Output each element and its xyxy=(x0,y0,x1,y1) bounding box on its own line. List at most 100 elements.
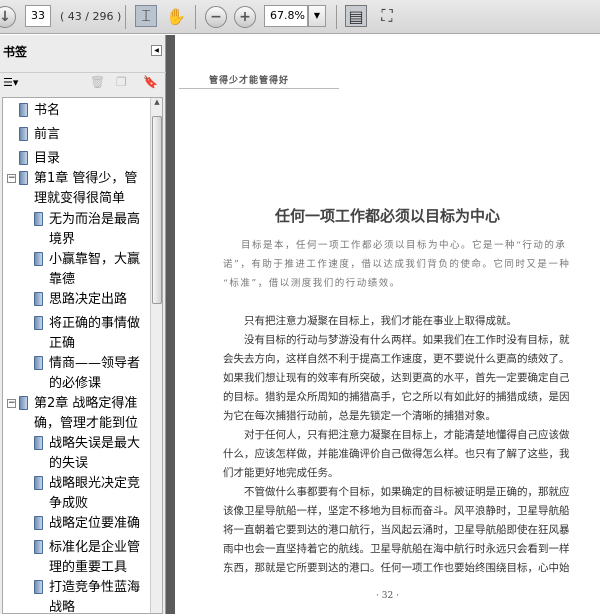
bookmark-icon xyxy=(34,580,43,594)
next-page-button[interactable]: ↓ xyxy=(0,6,16,28)
body-line: 该像卫星导航船一样，坚定不移地为目标而奋斗。风平浪静时，卫星导航船 xyxy=(223,505,570,517)
separator xyxy=(336,5,337,29)
cursor-select-icon: ⌶ xyxy=(141,6,151,25)
bookmark-label: 争成败 xyxy=(49,496,89,511)
intro-line: 目标是本，任何一项工作都必须以目标为中心。它是一种“行动的承 xyxy=(241,240,567,251)
bookmark-label: 情商——领导者 xyxy=(49,356,141,371)
body-line: 将一直朝着它要到达的港口航行，当风起云涌时，卫星导航船即使在狂风暴 xyxy=(223,524,570,536)
page-number-input[interactable]: 33 xyxy=(25,5,51,27)
bookmark-item[interactable]: 战略定位要准确 xyxy=(34,514,140,534)
page-number: · 32 · xyxy=(376,591,399,601)
bookmark-item[interactable]: 战略失误是最大 的失误 xyxy=(34,434,140,474)
bookmark-label: 境界 xyxy=(49,232,76,247)
bookmark-tools: ☰▾ 🗑 ❐ 🔖 xyxy=(0,72,166,94)
new-bookmark-icon[interactable]: ❐ xyxy=(116,75,127,89)
bookmark-label: 第1章 管得少，管 xyxy=(34,171,138,186)
chevron-down-icon: ▼ xyxy=(313,11,321,20)
bookmark-item-chapter1[interactable]: 第1章 管得少，管 理就变得很简单 xyxy=(19,169,137,209)
header-rule xyxy=(179,88,339,89)
bookmark-icon xyxy=(34,476,43,490)
bookmark-icon xyxy=(19,171,28,185)
collapse-panel-button[interactable]: ◀ xyxy=(151,45,162,56)
bookmark-icon xyxy=(34,516,43,530)
bookmark-label: 战略眼光决定竞 xyxy=(49,476,141,491)
bookmark-label: 的失误 xyxy=(49,456,89,471)
bookmark-item[interactable]: 打造竞争性蓝海 战略 xyxy=(34,578,141,614)
bookmark-icon xyxy=(34,540,43,554)
bookmark-icon xyxy=(34,212,43,226)
section-title: 任何一项工作都必须以目标为中心 xyxy=(274,207,500,225)
collapse-toggle[interactable]: − xyxy=(7,399,16,408)
bookmark-item[interactable]: 第2章 战略定得准 确，管理才能到位 xyxy=(19,394,138,434)
arrow-down-icon: ↓ xyxy=(0,9,11,25)
bookmark-item[interactable]: 战略眼光决定竞 争成败 xyxy=(34,474,140,514)
body-line: 东西，那就是它所要到达的港口。任何一项工作也要始终围绕目标，心中始 xyxy=(223,562,570,574)
collapse-toggle[interactable]: − xyxy=(7,174,16,183)
body-line: 如果我们想让现有的效率有所突破，达到更高的水平，首先一定要确定自己 xyxy=(223,372,570,384)
fit-page-icon: ▤ xyxy=(348,6,364,26)
intro-line: 诺”，有助于推进工作速度，借以达成我们背负的使命。它同时又是一种 xyxy=(223,259,571,270)
delete-icon[interactable]: 🗑 xyxy=(90,75,105,89)
bookmark-item[interactable]: 思路决定出路 xyxy=(34,290,127,310)
body-line: 为它在每次捕猎行动前，总是先锁定一个清晰的捕猎对象。 xyxy=(223,410,496,422)
options-menu-icon[interactable]: ☰▾ xyxy=(3,76,18,89)
scrollbar-thumb[interactable] xyxy=(152,116,162,304)
zoom-dropdown-button[interactable]: ▼ xyxy=(308,5,326,27)
body-line: 对于任何人，只有把注意力凝聚在目标上，才能清楚地懂得自己应该做 xyxy=(223,429,570,441)
zoom-in-button[interactable]: + xyxy=(234,6,256,28)
fit-page-button[interactable]: ▤ xyxy=(345,5,367,27)
body-line: 雨中也会一直坚持着它的航线。卫星导航船在海中航行时永远只会看到一样 xyxy=(223,543,570,555)
bookmark-label: 打造竞争性蓝海 xyxy=(49,580,141,595)
bookmark-item[interactable]: 将正确的事情做 正确 xyxy=(34,314,140,354)
bookmark-icon xyxy=(19,127,28,141)
bookmark-label: 第2章 战略定得准 xyxy=(34,396,138,411)
body-line: 不管做什么事都要有个目标，如果确定的目标被证明是正确的，那就应 xyxy=(223,486,570,498)
toolbar: ↓ 33 ( 43 / 296 ) ⌶ ✋ − + 67.8% ▼ ▤ ⛶ xyxy=(0,0,600,34)
bookmark-icon xyxy=(19,151,28,165)
separator xyxy=(125,5,126,29)
separator xyxy=(195,5,196,29)
bookmark-item[interactable]: 标准化是企业管 理的重要工具 xyxy=(34,538,140,578)
bookmark-label: 正确 xyxy=(49,336,76,351)
bookmark-label: 靠德 xyxy=(49,272,76,287)
body-line: 没有目标的行动与梦游没有什么两样。如果我们在工作时没有目标，就 xyxy=(223,334,570,346)
panel-title: 书签 xyxy=(3,45,28,59)
bookmark-label: 战略定位要准确 xyxy=(49,516,141,531)
bookmark-item[interactable]: 情商——领导者 的必修课 xyxy=(34,354,140,394)
minus-icon: − xyxy=(210,9,222,25)
bookmark-item[interactable]: 前言 xyxy=(19,125,60,145)
expand-bookmark-icon[interactable]: 🔖 xyxy=(143,75,158,89)
panel-splitter[interactable] xyxy=(166,35,175,614)
bookmark-item[interactable]: 书名 xyxy=(19,101,60,121)
body-line: 们才能更好地完成任务。 xyxy=(223,467,339,479)
bookmark-tree: 书名 前言 目录 − 第1章 管得少，管 理就变得很简单 无为而治是最高 境界 小赢靠… xyxy=(2,97,163,614)
intro-line: “标准”，借以测度我们的行动绩效。 xyxy=(223,278,401,289)
body-line: 会失去方向，这样自然不利于提高工作速度，更不要说什么更高的绩效了。 xyxy=(223,353,570,365)
bookmark-label: 战略 xyxy=(49,600,76,614)
bookmark-label: 思路决定出路 xyxy=(49,292,128,307)
bookmark-label: 前言 xyxy=(34,127,61,142)
bookmark-label: 小赢靠智，大赢 xyxy=(49,252,141,267)
expand-icon: ⛶ xyxy=(381,6,393,25)
bookmark-icon xyxy=(34,292,43,306)
body-line: 只有把注意力凝聚在目标上，我们才能在事业上取得成就。 xyxy=(223,315,517,327)
bookmark-item[interactable]: 小赢靠智，大赢 靠德 xyxy=(34,250,140,290)
bookmark-label: 理的重要工具 xyxy=(49,560,128,575)
bookmark-item[interactable]: 目录 xyxy=(19,149,60,169)
bookmark-icon xyxy=(34,356,43,370)
bookmark-icon xyxy=(34,316,43,330)
hand-icon: ✋ xyxy=(166,6,186,26)
select-tool-button[interactable]: ⌶ xyxy=(135,5,157,27)
bookmarks-panel: 书签 ◀ ☰▾ 🗑 ❐ 🔖 书名 前言 目录 − 第1章 管得少，管 理就变得很简… xyxy=(0,35,166,614)
bookmark-label: 战略失误是最大 xyxy=(49,436,141,451)
bookmark-item[interactable]: 无为而治是最高 境界 xyxy=(34,210,140,250)
zoom-out-button[interactable]: − xyxy=(205,6,227,28)
bookmark-label: 标准化是企业管 xyxy=(49,540,141,555)
full-screen-button[interactable]: ⛶ xyxy=(376,5,398,27)
zoom-input[interactable]: 67.8% xyxy=(264,5,308,27)
bookmark-label: 书名 xyxy=(34,103,61,118)
bookmark-label: 确，管理才能到位 xyxy=(34,416,139,431)
bookmark-icon xyxy=(34,436,43,450)
document-page: 管得少才能管得好 任何一项工作都必须以目标为中心 目标是本，任何一项工作都必须以… xyxy=(175,35,600,614)
hand-tool-button[interactable]: ✋ xyxy=(165,5,187,27)
